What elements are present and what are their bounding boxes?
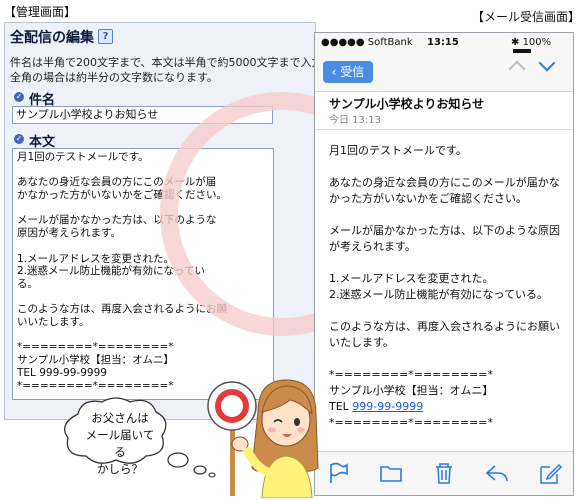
admin-description: 件名は半角で200文字まで、本文は半角で約5000文字まで入力 全角の場合は約半… — [10, 56, 316, 84]
mail-body-line — [329, 207, 565, 223]
status-bar: ●●●●● SoftBank 13:15 ✱ 100% — [315, 33, 573, 58]
mail-body-line: あなたの身近な会員の方にこのメールが届かな — [329, 176, 560, 189]
back-to-inbox-button[interactable]: ‹ 受信 — [323, 61, 373, 83]
body-line: *========*========* — [17, 341, 174, 354]
carrier-label: ●●●●● SoftBank — [321, 37, 413, 48]
mail-body-line — [329, 255, 565, 271]
bluetooth-icon: ✱ — [511, 37, 523, 48]
help-icon[interactable]: ? — [98, 29, 113, 44]
mail-body-line: メールが届かなかった方は、以下のような原因 — [329, 224, 560, 237]
mail-body-line — [329, 351, 565, 367]
mail-body-line: このような方は、再度入会されるようにお願い — [329, 320, 560, 333]
tel-link[interactable]: 999-99-9999 — [352, 400, 423, 413]
check-icon: ✓ — [14, 92, 24, 102]
mail-footer-line: *========*========* — [329, 416, 493, 429]
check-icon: ✓ — [14, 134, 24, 144]
trash-icon[interactable] — [431, 460, 457, 486]
clock: 13:15 — [427, 37, 459, 48]
compose-icon[interactable] — [537, 460, 563, 486]
folder-icon[interactable] — [378, 460, 404, 486]
mail-body-line: かった方がいないかをご確認ください。 — [329, 192, 527, 205]
mail-body-line — [329, 303, 565, 319]
mail-body-line: 2.迷惑メール防止機能が有効になっている。 — [329, 288, 548, 301]
chevron-up-icon[interactable] — [508, 60, 526, 78]
mail-toolbar — [315, 451, 573, 495]
mail-subject: サンプル小学校よりお知らせ — [329, 97, 485, 111]
chevron-down-icon[interactable] — [538, 54, 556, 72]
mail-body-line: いたします。 — [329, 336, 394, 349]
mail-body-line: *========*========* — [329, 368, 493, 381]
admin-screen-label: 【管理画面】 — [4, 5, 77, 19]
body-line — [17, 329, 269, 342]
mail-body: 月1回のテストメールです。あなたの身近な会員の方にこのメールが届かな かった方がい… — [329, 143, 565, 431]
mail-body-line: が考えられます。 — [329, 240, 416, 253]
reply-icon[interactable] — [484, 460, 510, 486]
mail-body-line: サンプル小学校【担当：オムニ】 — [329, 384, 494, 397]
flag-icon[interactable] — [325, 460, 351, 486]
sign-stick — [230, 424, 235, 496]
divider — [315, 129, 573, 130]
mail-body-line: 月1回のテストメールです。 — [329, 144, 467, 157]
mail-date: 今日 13:13 — [329, 115, 381, 126]
mail-navbar: ‹ 受信 — [315, 53, 573, 92]
chevron-left-icon: ‹ — [331, 65, 341, 79]
body-line: サンプル小学校【担当：オムニ】 — [17, 354, 174, 367]
bubble-text: お父さんは メール届いてる かしら？ — [85, 411, 155, 476]
admin-title: 全配信の編集 — [10, 30, 94, 46]
mail-body-line — [329, 159, 565, 175]
mail-tel-line: TEL 999-99-9999 — [329, 400, 424, 413]
mail-body-line: 1.メールアドレスを変更された。 — [329, 272, 494, 285]
phone-mail-screen: ●●●●● SoftBank 13:15 ✱ 100% ‹ 受信 サンプル小学校… — [314, 32, 574, 496]
girl-illustration — [207, 379, 319, 498]
mail-screen-label: 【メール受信画面】 — [472, 10, 580, 24]
